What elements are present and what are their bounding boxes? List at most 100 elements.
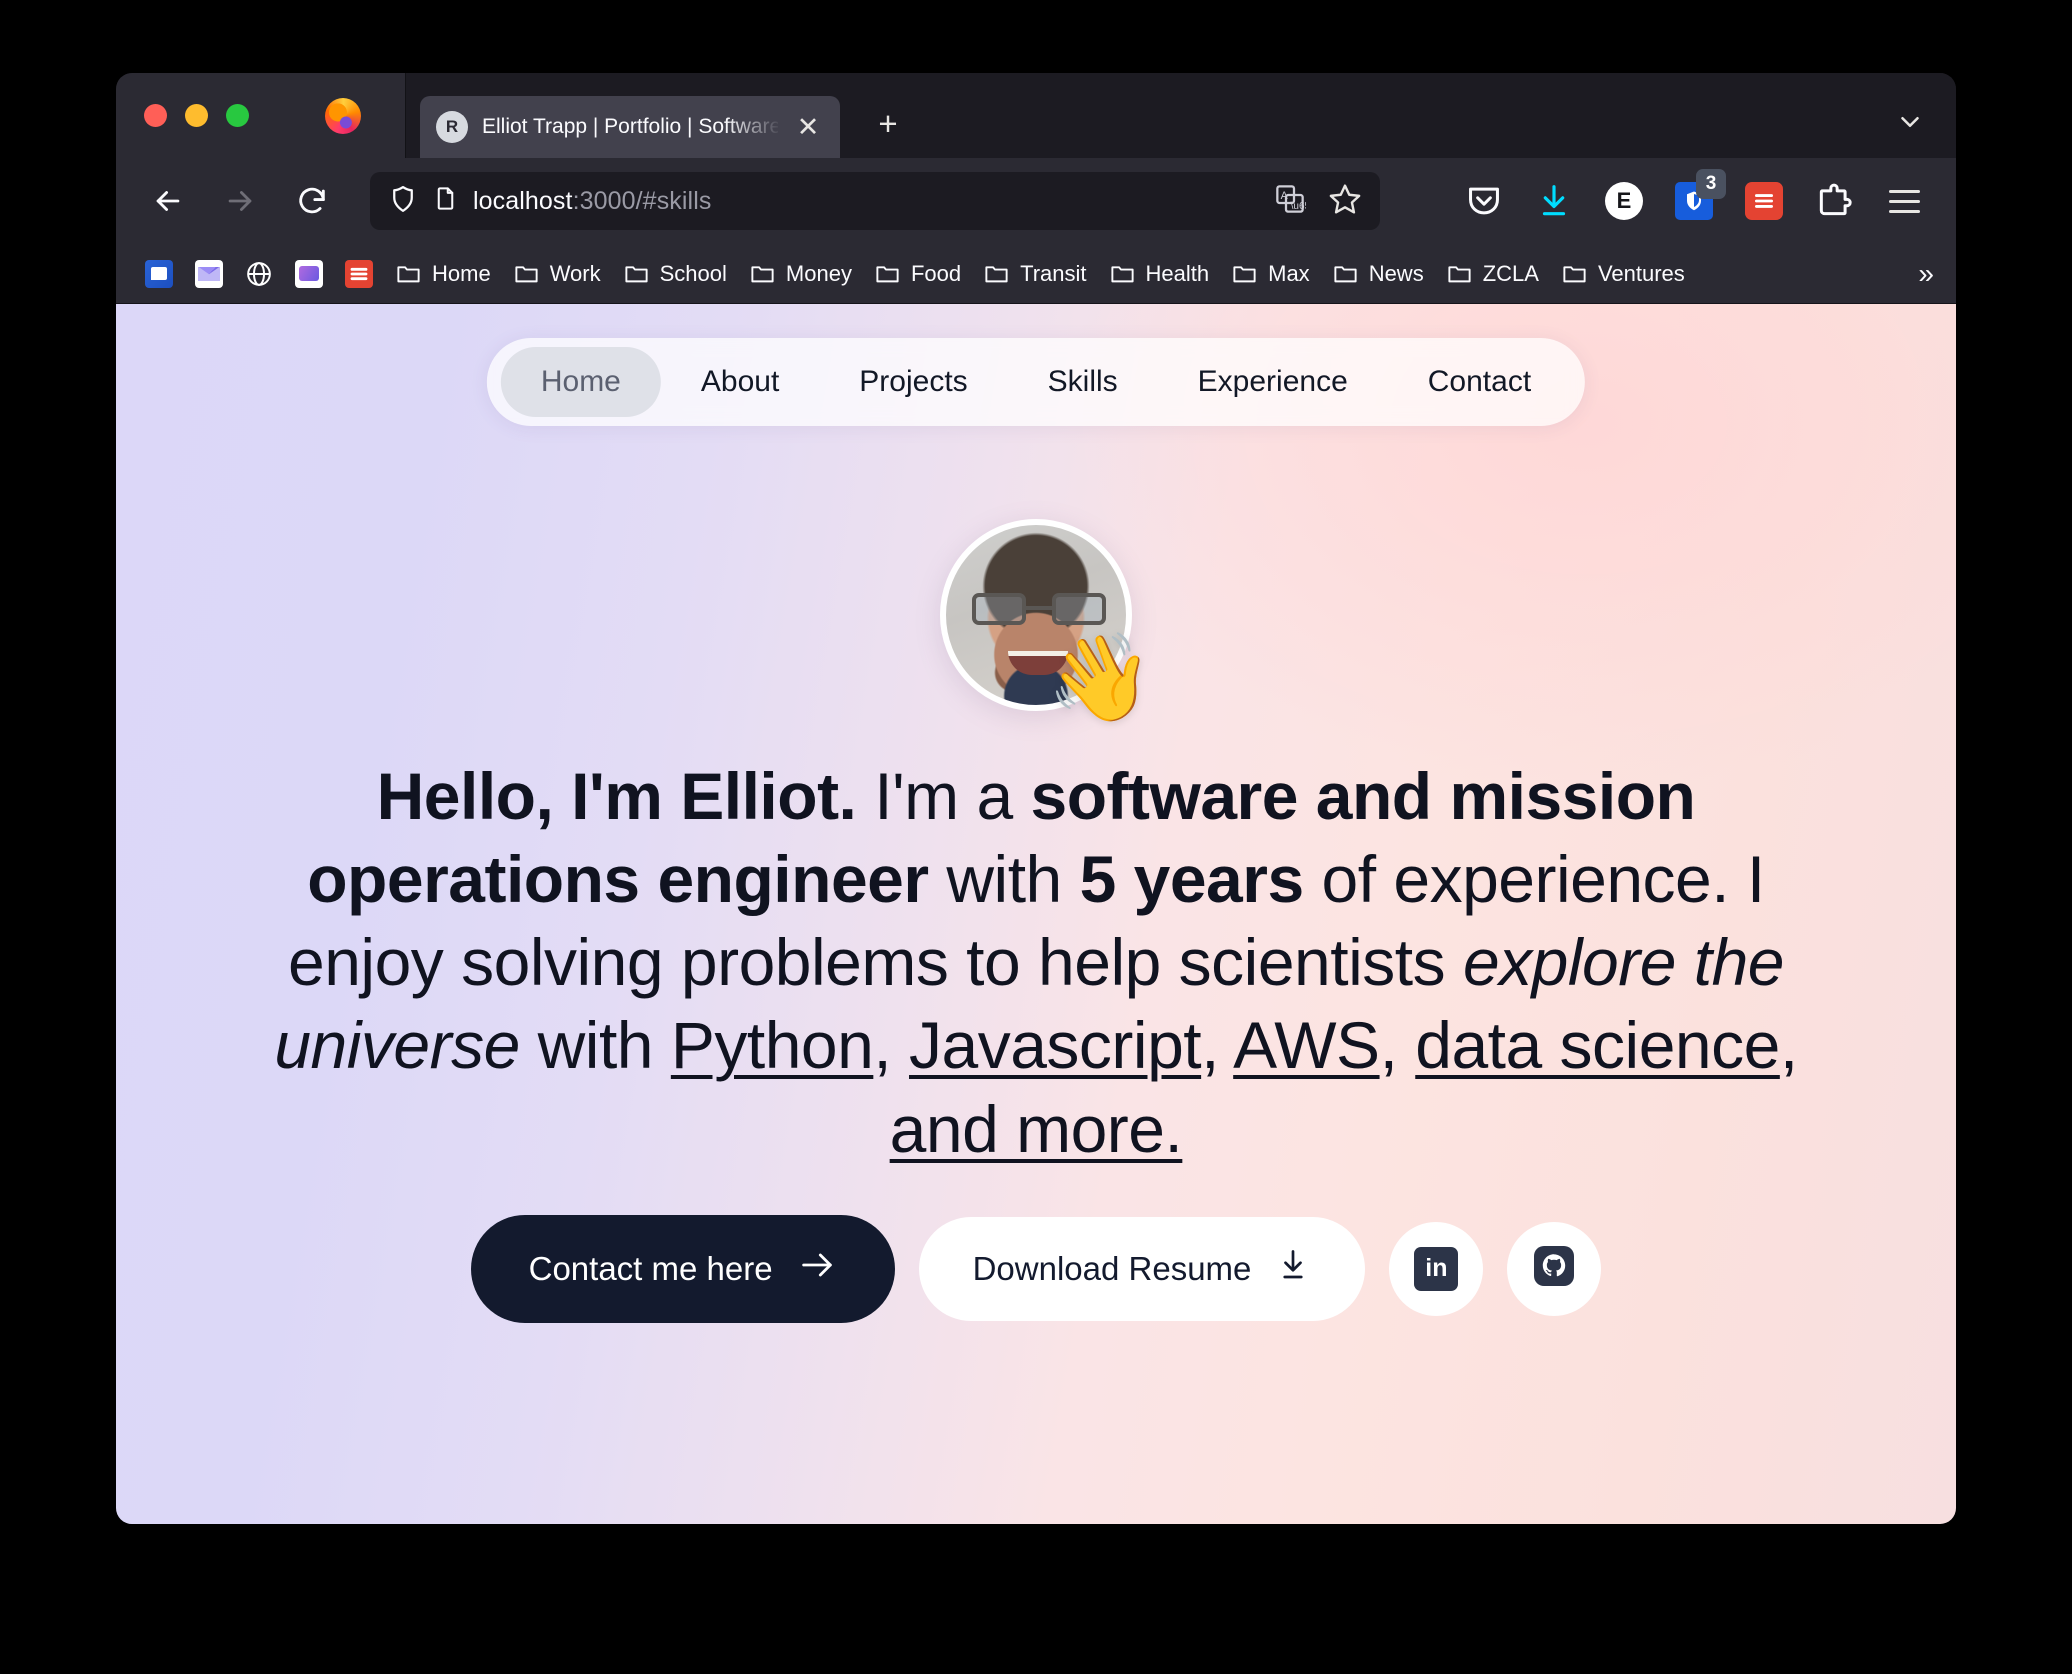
github-link[interactable] <box>1507 1221 1602 1316</box>
forward-button[interactable] <box>212 173 268 229</box>
waving-hand-icon: 👋 <box>1046 630 1154 726</box>
folder-icon <box>623 260 651 288</box>
bookmark-folder-label: News <box>1368 260 1424 286</box>
back-button[interactable] <box>140 173 196 229</box>
address-bar-icons: A\u6587 <box>1274 182 1362 221</box>
minimize-window-button[interactable] <box>185 104 208 127</box>
screen-root: R Elliot Trapp | Portfolio | Software ✕ … <box>0 0 2072 1674</box>
folder-icon <box>1332 260 1360 288</box>
shield-icon[interactable] <box>388 184 418 219</box>
toolbar-icons: E 3 <box>1442 169 1932 229</box>
todoist-logo-icon <box>1745 182 1783 220</box>
bookmark-folder-label: Money <box>785 260 852 286</box>
page-info-icon[interactable] <box>432 185 459 217</box>
todoist-icon[interactable] <box>1736 173 1792 229</box>
gmail-icon <box>195 259 223 288</box>
headline-t4: with <box>928 842 1080 917</box>
bookmark-star-icon[interactable] <box>1328 182 1362 221</box>
bookmark-folder-news[interactable]: News <box>1321 254 1435 294</box>
bookmark-folder-label: Health <box>1145 260 1210 286</box>
bookmark-slack[interactable] <box>134 254 184 294</box>
photos-icon <box>295 259 323 288</box>
close-tab-icon[interactable]: ✕ <box>792 111 824 143</box>
folder-icon <box>1109 260 1137 288</box>
bookmark-photos[interactable] <box>284 254 334 294</box>
headline-link-aws[interactable]: AWS <box>1233 1008 1380 1082</box>
bookmark-folder-work[interactable]: Work <box>502 254 612 294</box>
extensions-icon[interactable] <box>1806 173 1862 229</box>
linkedin-link[interactable]: in <box>1389 1221 1484 1316</box>
hamburger-lines <box>1888 189 1920 213</box>
bookmark-folder-school[interactable]: School <box>612 254 738 294</box>
bitwarden-icon[interactable]: 3 <box>1666 169 1726 229</box>
url-text[interactable]: localhost:3000/#skills <box>473 187 1260 216</box>
bookmarks-bar: Home Work School Money Food Transit Heal… <box>116 244 1956 304</box>
glasses-detail <box>972 593 1106 627</box>
bookmark-folder-ventures[interactable]: Ventures <box>1550 254 1696 294</box>
download-icon <box>1275 1247 1311 1291</box>
svg-text:A: A <box>1281 190 1289 202</box>
bookmark-folder-label: Transit <box>1020 260 1087 286</box>
firefox-logo-icon <box>325 97 361 134</box>
new-tab-button[interactable]: + <box>866 102 910 146</box>
download-resume-button[interactable]: Download Resume <box>918 1216 1366 1321</box>
bookmark-folder-health[interactable]: Health <box>1098 254 1221 294</box>
avatar: 👋 <box>940 519 1154 721</box>
bookmark-folder-home[interactable]: Home <box>384 254 502 294</box>
bookmark-folder-max[interactable]: Max <box>1220 254 1321 294</box>
close-window-button[interactable] <box>144 104 167 127</box>
browser-window: R Elliot Trapp | Portfolio | Software ✕ … <box>116 73 1956 1524</box>
folder-icon <box>513 260 541 288</box>
folder-icon <box>749 260 777 288</box>
arrow-right-icon <box>797 1245 837 1293</box>
folder-icon <box>874 260 902 288</box>
folder-icon <box>983 260 1011 288</box>
account-initial: E <box>1605 182 1643 220</box>
downloads-icon[interactable] <box>1526 173 1582 229</box>
bookmark-folder-transit[interactable]: Transit <box>972 254 1097 294</box>
folder-icon <box>1446 260 1474 288</box>
bookmark-todoist[interactable] <box>334 254 384 294</box>
page-title: Hello, I'm Elliot. I'm a software and mi… <box>246 755 1826 1171</box>
translate-icon[interactable]: A\u6587 <box>1274 183 1322 220</box>
address-bar[interactable]: localhost:3000/#skills A\u6587 <box>370 172 1380 230</box>
bookmark-folder-label: Food <box>910 260 962 286</box>
bookmark-folder-label: Max <box>1268 260 1310 286</box>
bookmark-gmail[interactable] <box>184 254 234 294</box>
account-avatar[interactable]: E <box>1596 173 1652 229</box>
headline-t8: with <box>519 1008 671 1083</box>
bookmark-folder-money[interactable]: Money <box>738 254 863 294</box>
headline-link-more[interactable]: and more. <box>890 1092 1183 1166</box>
pocket-icon[interactable] <box>1456 173 1512 229</box>
headline-link-datascience[interactable]: data science <box>1415 1008 1780 1082</box>
headline-link-python[interactable]: Python <box>671 1008 874 1082</box>
globe-icon <box>245 260 273 288</box>
url-host: localhost <box>473 186 573 215</box>
list-all-tabs-icon[interactable] <box>1888 100 1932 144</box>
contact-me-label: Contact me here <box>528 1249 773 1287</box>
tab-strip: R Elliot Trapp | Portfolio | Software ✕ … <box>116 73 1956 158</box>
bitwarden-badge-count: 3 <box>1696 169 1726 199</box>
bookmark-folder-food[interactable]: Food <box>863 254 972 294</box>
page-viewport: Home About Projects Skills Experience Co… <box>116 304 1956 1524</box>
headline-greeting: Hello, I'm Elliot. <box>376 759 857 833</box>
bookmark-globe[interactable] <box>234 254 284 294</box>
cta-row: Contact me here Download Resume in <box>470 1214 1602 1323</box>
app-menu-icon[interactable] <box>1876 173 1932 229</box>
reload-button[interactable] <box>284 173 340 229</box>
bookmark-folder-label: Work <box>549 260 601 286</box>
headline-link-javascript[interactable]: Javascript <box>909 1008 1202 1082</box>
headline-t10: , <box>873 1008 910 1083</box>
todoist-icon <box>345 259 373 288</box>
contact-me-button[interactable]: Contact me here <box>470 1214 895 1323</box>
window-controls <box>116 73 406 158</box>
maximize-window-button[interactable] <box>226 104 249 127</box>
browser-tab-active[interactable]: R Elliot Trapp | Portfolio | Software ✕ <box>420 96 840 158</box>
bookmarks-overflow-icon[interactable]: » <box>1918 258 1934 290</box>
navigation-toolbar: localhost:3000/#skills A\u6587 <box>116 158 1956 244</box>
hero-section: 👋 Hello, I'm Elliot. I'm a software and … <box>116 304 1956 1323</box>
bookmark-folder-label: Home <box>432 260 491 286</box>
headline-t16: , <box>1779 1008 1798 1083</box>
bookmark-folder-label: ZCLA <box>1482 260 1539 286</box>
bookmark-folder-zcla[interactable]: ZCLA <box>1435 254 1550 294</box>
